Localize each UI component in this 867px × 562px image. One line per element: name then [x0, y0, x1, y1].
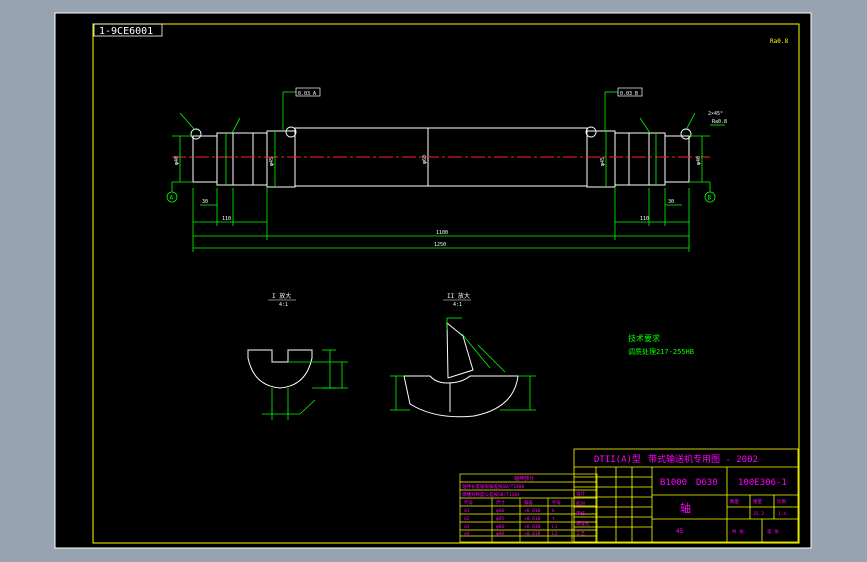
drawing-sheet [54, 12, 812, 549]
notes-cell: +0.018 [524, 516, 541, 522]
dim-left-end: 110 [222, 216, 231, 222]
dim-right-step: 30 [668, 199, 674, 205]
dim-d-left: φ40 [174, 156, 180, 165]
dim-left-step: 30 [202, 199, 208, 205]
detail-label-right: II 放大 [447, 292, 470, 300]
dim-right-end: 110 [640, 216, 649, 222]
value-scale: 1:4 [778, 511, 786, 517]
detail-scale-left: 4:1 [279, 302, 288, 308]
title-main: 带式输送机专用图 - 2002 [648, 453, 758, 465]
notes-cell: φ45 [496, 516, 504, 522]
roughness-right: Ra0.8 [712, 119, 727, 125]
label-sheet2: 第 张 [767, 528, 779, 535]
dim-bearing-span: 1100 [436, 230, 448, 236]
notes-title: 轴伸部分 [514, 475, 534, 482]
notes-cell: d2 [464, 516, 470, 522]
notes-cell: φ40 [496, 531, 504, 537]
notes-cell: d4 [464, 531, 470, 537]
notes-cell: +0.018 [524, 531, 541, 537]
label-standard: 标准化 [576, 520, 590, 527]
label-scale: 比例 [777, 498, 786, 505]
detail-label-left: I 放大 [272, 292, 291, 300]
corner-roughness-mark: Ra0.8 [770, 38, 788, 45]
label-weight: 重量 [753, 498, 762, 505]
notes-cell: L2 [552, 531, 558, 537]
notes-cell: d3 [464, 524, 470, 530]
detail-scale-right: 4:1 [453, 302, 462, 308]
section-label-a: A [170, 195, 174, 202]
dim-right-shoulder: φ45 [600, 157, 606, 166]
dim-overall-length: 1250 [434, 242, 446, 248]
chamfer-right: 2×45° [708, 111, 723, 117]
label-sheet: 共 张 [732, 528, 744, 535]
title-series: DTII(A)型 [594, 454, 641, 465]
dim-d-right: φ40 [696, 156, 702, 165]
notes-cell: φ60 [496, 524, 504, 530]
tolerance-right: 0.03 B [620, 91, 638, 97]
dim-center-body: φ60 [422, 155, 428, 164]
title-drawing-no: 100E306-1 [738, 478, 787, 488]
tolerance-left: 0.03 A [298, 91, 316, 97]
section-label-b: B [708, 195, 712, 202]
tech-req-line1: 调质处理217-255HB [628, 347, 694, 356]
notes-cell: d1 [464, 508, 470, 514]
notes-cell: t [552, 516, 555, 522]
notes-header-3: 代号 [552, 499, 561, 506]
notes-cell: φ40 [496, 508, 504, 514]
title-spec-d: D630 [696, 478, 718, 488]
title-material: 45 [676, 528, 684, 535]
notes-header-0: 代号 [464, 499, 473, 506]
label-design: 设计 [576, 490, 585, 497]
label-check: 校对 [576, 500, 585, 507]
notes-cell: L1 [552, 524, 558, 530]
label-approve: 审核 [576, 510, 585, 517]
title-spec-b: B1000 [660, 478, 687, 488]
dim-left-shoulder: φ45 [269, 157, 275, 166]
notes-row2: 键槽对称度公差按GB/T1184 [462, 491, 520, 498]
cad-drawing-canvas: 1-9CE6001 Ra0.8 0.03 A 0.03 B Ra0.8 2×45… [54, 12, 812, 549]
notes-cell: b [552, 508, 555, 514]
code-stamp: 1-9CE6001 [99, 26, 153, 37]
value-weight: 35.3 [753, 511, 764, 517]
notes-cell: +0.018 [524, 508, 541, 514]
title-part-name: 轴 [680, 501, 691, 515]
notes-row1: 轴伸长度极限偏差按GB/T1800 [462, 483, 524, 490]
label-quantity: 数量 [730, 498, 739, 505]
notes-header-2: 偏差 [524, 499, 533, 506]
notes-header-1: 尺寸 [496, 499, 505, 506]
label-process: 工艺 [576, 531, 585, 537]
notes-cell: +0.030 [524, 524, 541, 530]
tech-req-title: 技术要求 [628, 333, 660, 343]
